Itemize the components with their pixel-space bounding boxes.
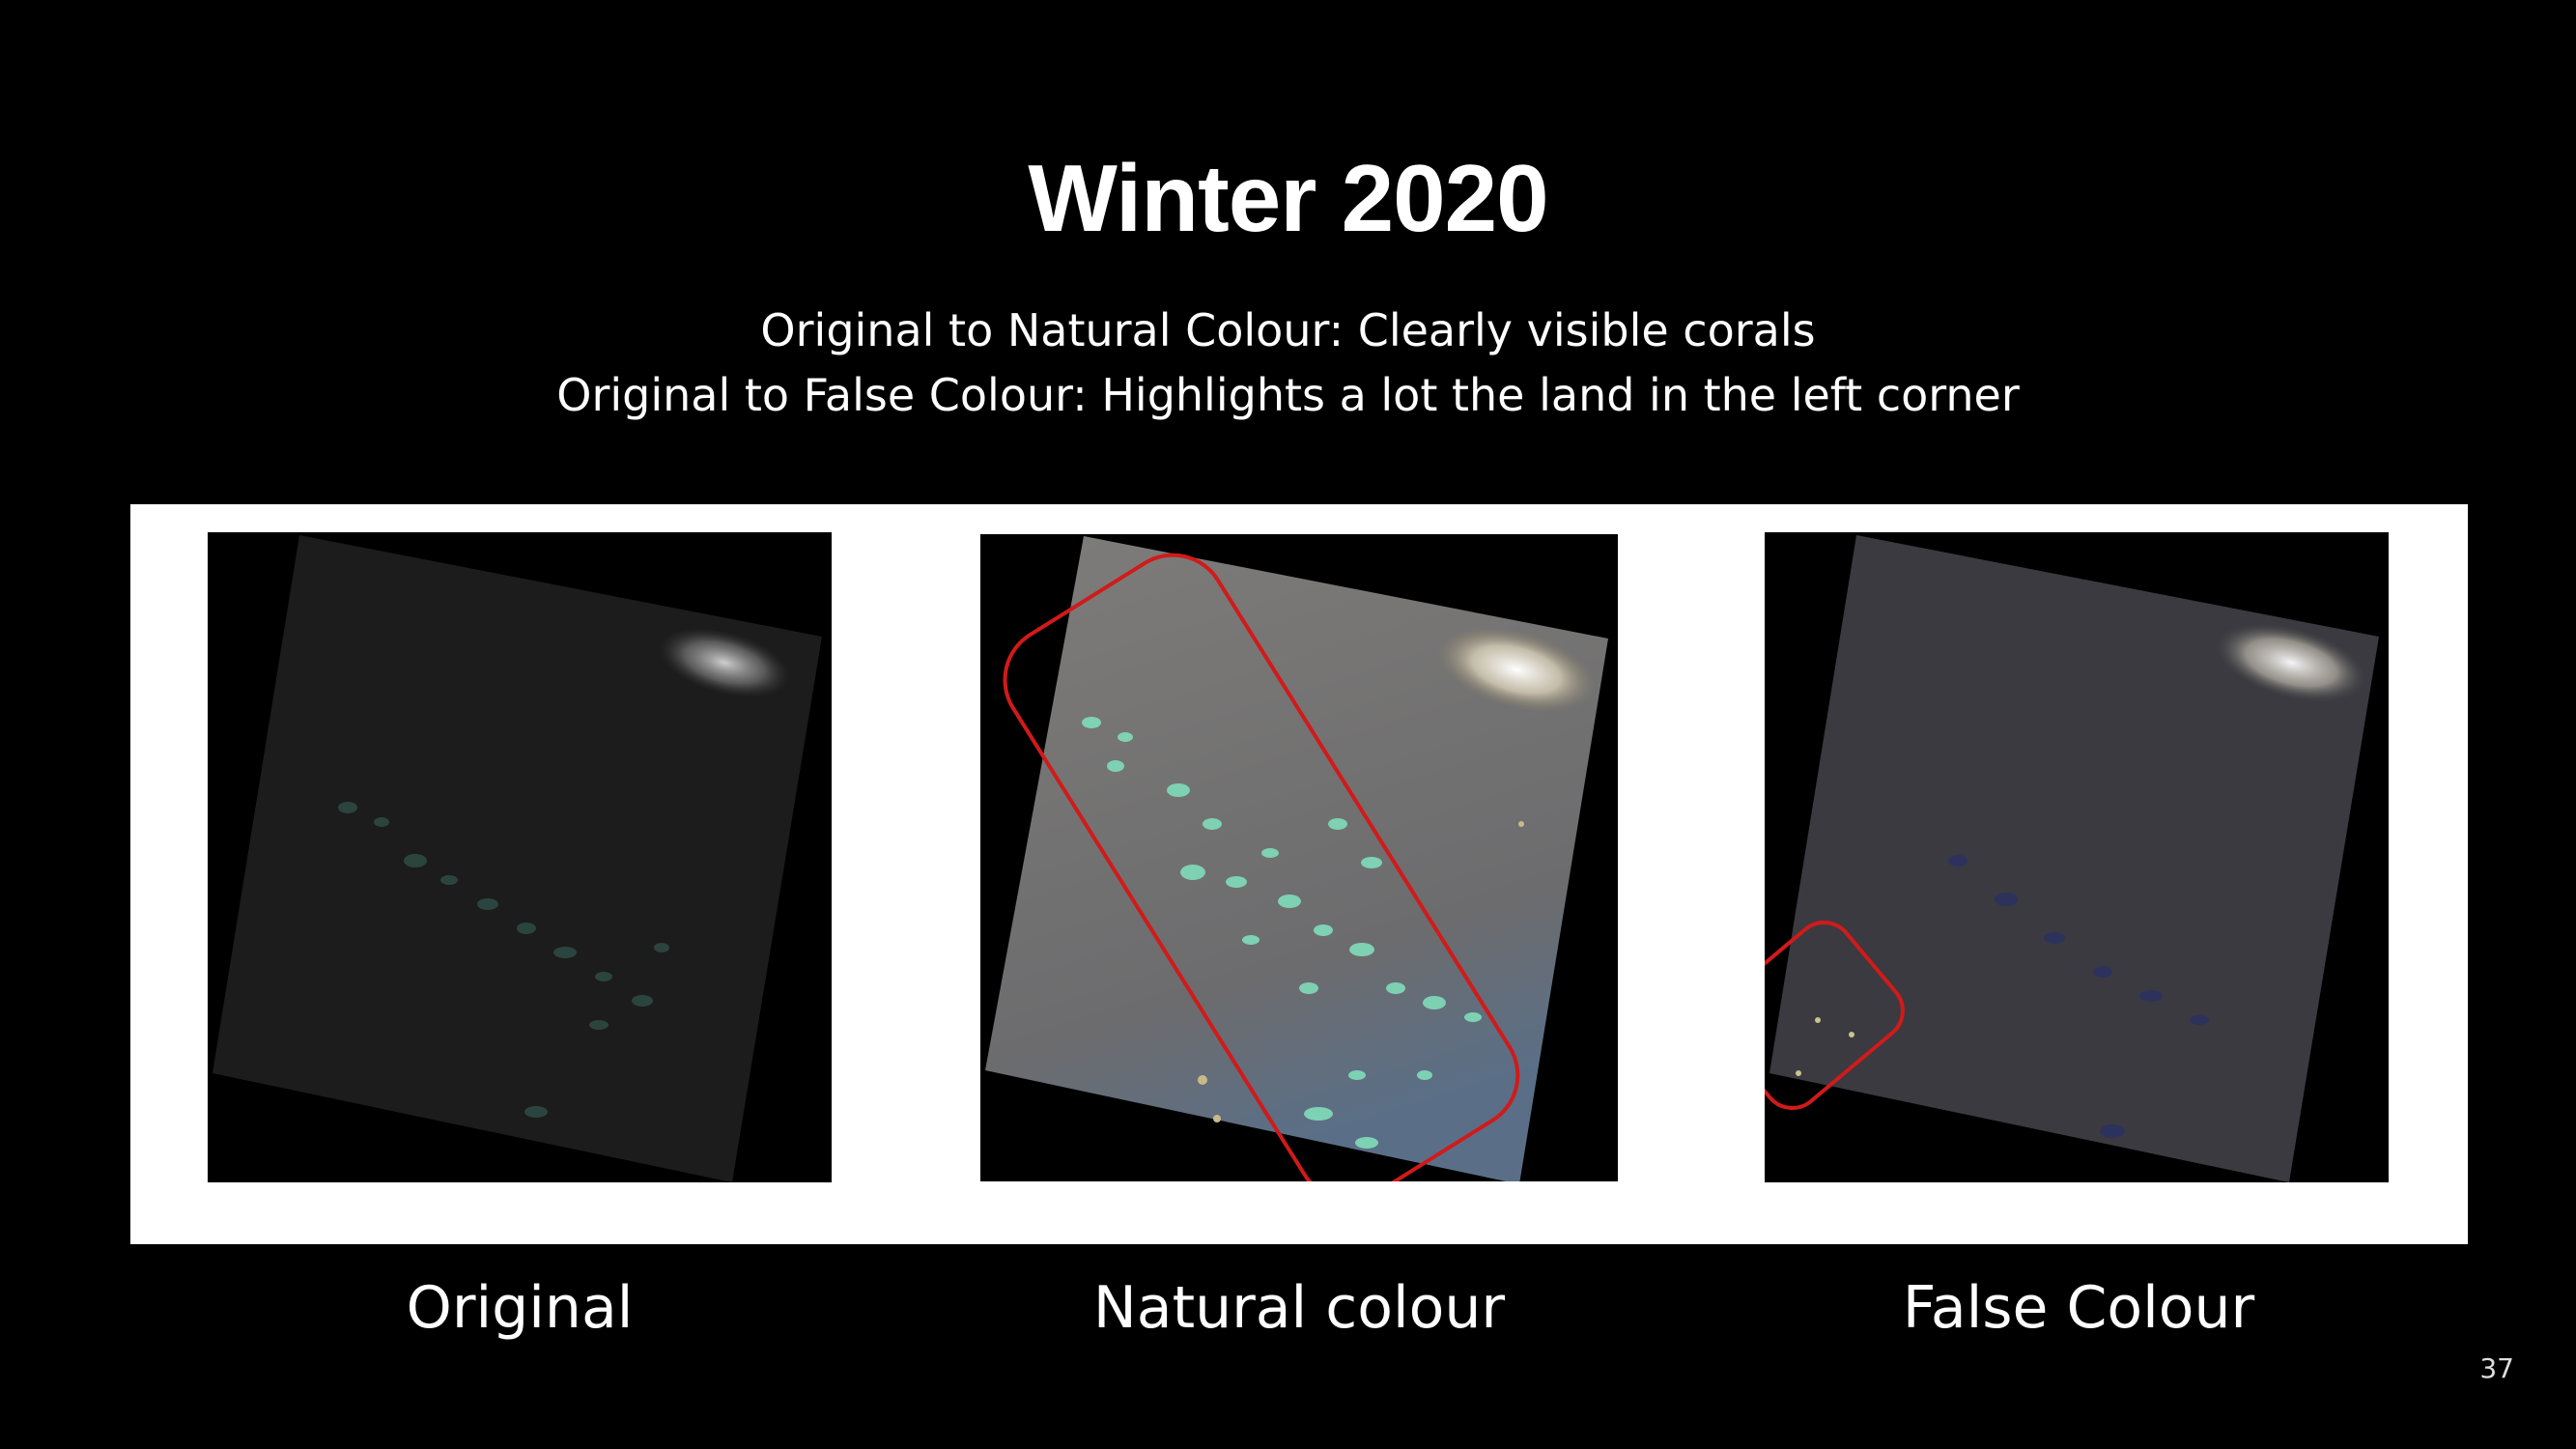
caption-false-colour: False Colour (1902, 1274, 2255, 1342)
caption-original: Original (406, 1274, 634, 1342)
image-panel-natural-colour (893, 504, 1705, 1244)
caption-natural-colour: Natural colour (1092, 1274, 1506, 1342)
slide-title: Winter 2020 (1028, 145, 1548, 251)
satellite-image-false-colour (1765, 532, 2389, 1182)
subtitle-line-2: Original to False Colour: Highlights a l… (556, 369, 2020, 421)
satellite-image-original (208, 532, 832, 1182)
image-panel-original (130, 504, 893, 1244)
page-number: 37 (2479, 1352, 2514, 1384)
satellite-image-natural-colour (980, 534, 1618, 1181)
subtitle-line-1: Original to Natural Colour: Clearly visi… (760, 304, 1816, 356)
image-panel-false-colour (1705, 504, 2468, 1244)
